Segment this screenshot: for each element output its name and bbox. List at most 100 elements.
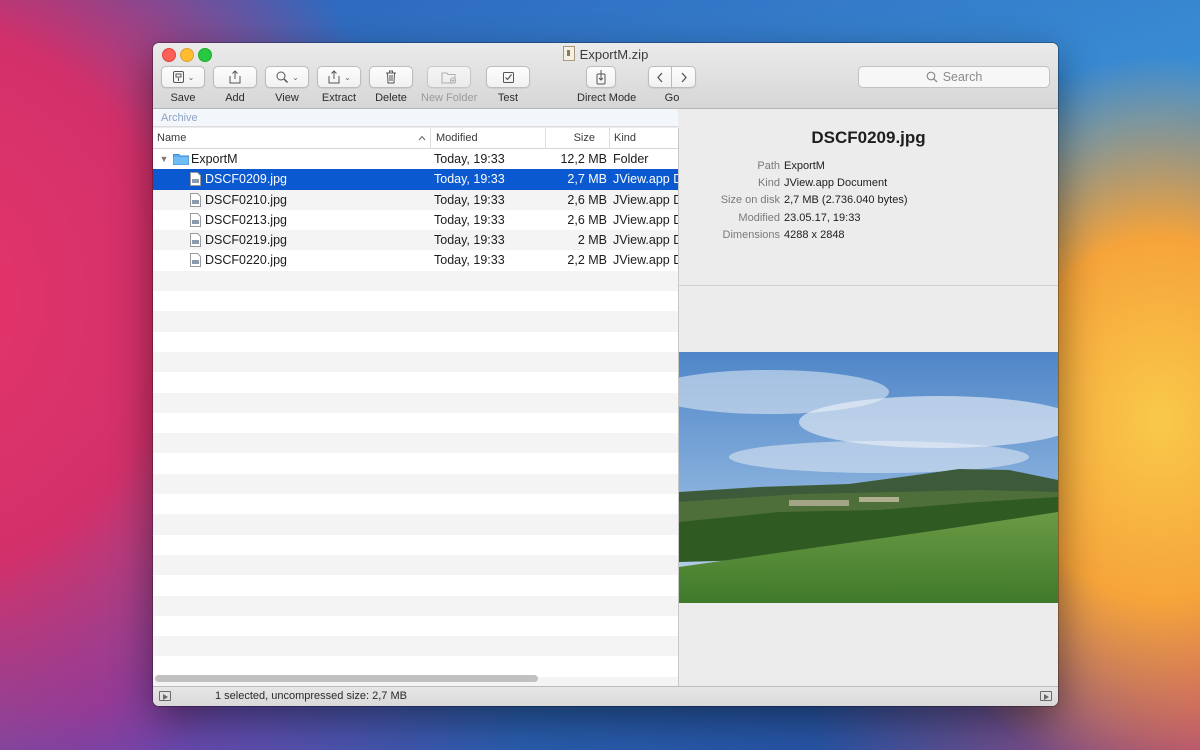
forward-button[interactable] <box>672 66 696 88</box>
delete-tool[interactable]: Delete <box>369 66 413 104</box>
title-toolbar: ExportM.zip ⌄ Save Add ⌄ View ⌄ Extract … <box>153 43 1058 109</box>
new-folder-button[interactable] <box>427 66 471 88</box>
row-size: 2,2 MB <box>567 253 607 268</box>
row-kind: JView.app Document <box>613 172 678 187</box>
search-placeholder: Search <box>942 70 983 84</box>
view-label: View <box>275 92 299 104</box>
save-label: Save <box>170 92 196 104</box>
toggle-sidebar-icon[interactable] <box>159 691 171 701</box>
info-row-path: Path ExportM <box>757 160 825 172</box>
info-panel: DSCF0209.jpg Path ExportM Kind JView.app… <box>679 109 1058 686</box>
empty-row <box>153 535 678 555</box>
row-modified: Today, 19:33 <box>434 192 505 207</box>
row-size: 2,6 MB <box>567 192 607 207</box>
row-kind: JView.app Document <box>613 212 678 227</box>
direct-mode-icon <box>596 69 606 84</box>
info-row-kind: Kind JView.app Document <box>757 177 888 189</box>
test-button[interactable] <box>486 66 530 88</box>
empty-row <box>153 636 678 657</box>
empty-row <box>153 270 678 292</box>
chevron-down-icon: ⌄ <box>292 72 299 82</box>
row-size: 2,7 MB <box>567 172 607 187</box>
empty-row <box>153 392 678 413</box>
save-tool[interactable]: ⌄ Save <box>161 66 205 104</box>
empty-row <box>153 616 678 636</box>
status-text: 1 selected, uncompressed size: 2,7 MB <box>215 690 407 702</box>
direct-mode-label: Direct Mode <box>577 92 637 104</box>
save-button[interactable]: ⌄ <box>161 66 205 88</box>
rows: ▼ ExportM Today, 19:33 12,2 MB Folder DS… <box>153 149 678 686</box>
row-name: DSCF0210.jpg <box>205 192 287 207</box>
row-name: DSCF0209.jpg <box>205 172 287 187</box>
direct-mode-button[interactable] <box>586 66 616 88</box>
view-tool[interactable]: ⌄ View <box>265 66 309 104</box>
jpg-file-icon <box>190 253 201 268</box>
empty-row <box>153 494 678 514</box>
status-bar: 1 selected, uncompressed size: 2,7 MB <box>153 686 1058 706</box>
jpg-file-icon <box>190 233 201 248</box>
table-row[interactable]: DSCF0213.jpg Today, 19:33 2,6 MB JView.a… <box>153 210 678 230</box>
test-label: Test <box>497 92 519 104</box>
row-modified: Today, 19:33 <box>434 152 505 166</box>
empty-row <box>153 575 678 595</box>
add-tool[interactable]: Add <box>213 66 257 104</box>
extract-button[interactable]: ⌄ <box>317 66 361 88</box>
path-bar[interactable]: Archive <box>153 109 678 127</box>
go-nav-group <box>648 66 696 88</box>
info-row-size: Size on disk 2,7 MB (2.736.040 bytes) <box>720 194 908 206</box>
empty-row <box>153 351 678 373</box>
row-name: DSCF0213.jpg <box>205 212 287 227</box>
column-header: Name Modified Size Kind <box>153 128 678 149</box>
empty-row <box>153 291 678 311</box>
new-folder-tool[interactable]: New Folder <box>421 66 477 104</box>
chevron-down-icon: ⌄ <box>344 72 351 82</box>
file-list[interactable]: Name Modified Size Kind ▼ ExportM Today,… <box>153 128 679 686</box>
chevron-right-icon <box>681 72 687 82</box>
row-kind: JView.app Document <box>613 253 678 268</box>
column-kind[interactable]: Kind <box>609 128 678 148</box>
table-row[interactable]: DSCF0219.jpg Today, 19:33 2 MB JView.app… <box>153 230 678 251</box>
row-name: DSCF0219.jpg <box>205 233 287 248</box>
info-row-dimensions: Dimensions 4288 x 2848 <box>722 229 845 241</box>
horizontal-scrollbar[interactable] <box>155 675 538 682</box>
add-label: Add <box>225 92 245 104</box>
test-tool[interactable]: Test <box>486 66 530 104</box>
row-modified: Today, 19:33 <box>434 212 505 227</box>
direct-mode-tool[interactable]: Direct Mode <box>577 66 636 104</box>
go-tool: Go <box>648 66 696 104</box>
extract-tool[interactable]: ⌄ Extract <box>317 66 361 104</box>
back-button[interactable] <box>648 66 672 88</box>
column-modified[interactable]: Modified <box>430 128 545 148</box>
add-button[interactable] <box>213 66 257 88</box>
chevron-left-icon <box>657 72 663 82</box>
table-row[interactable]: DSCF0210.jpg Today, 19:33 2,6 MB JView.a… <box>153 189 678 210</box>
empty-row <box>153 473 678 495</box>
disclosure-triangle-icon[interactable]: ▼ <box>157 149 171 169</box>
path-bar-archive[interactable]: Archive <box>161 112 198 124</box>
row-kind: JView.app Document <box>613 192 678 207</box>
table-row-folder[interactable]: ▼ ExportM Today, 19:33 12,2 MB Folder <box>153 149 678 169</box>
toggle-info-panel-icon[interactable] <box>1040 691 1052 701</box>
sort-ascending-icon <box>418 135 426 141</box>
view-button[interactable]: ⌄ <box>265 66 309 88</box>
column-name[interactable]: Name <box>157 128 430 148</box>
go-label: Go <box>664 92 680 104</box>
empty-row <box>153 433 678 454</box>
row-kind: Folder <box>613 152 649 166</box>
row-size: 12,2 MB <box>560 152 607 166</box>
info-title: DSCF0209.jpg <box>811 128 926 147</box>
new-folder-label: New Folder <box>421 92 478 104</box>
image-preview <box>679 352 1058 603</box>
checkmark-box-icon <box>502 71 514 83</box>
table-row[interactable]: DSCF0220.jpg Today, 19:33 2,2 MB JView.a… <box>153 250 678 270</box>
row-size: 2 MB <box>577 233 607 248</box>
empty-row <box>153 413 678 433</box>
delete-button[interactable] <box>369 66 413 88</box>
empty-row <box>153 554 678 576</box>
row-name: ExportM <box>191 152 238 166</box>
empty-row <box>153 311 678 332</box>
table-row-selected[interactable]: DSCF0209.jpg Today, 19:33 2,7 MB JView.a… <box>153 169 678 190</box>
search-field[interactable]: Search <box>858 66 1050 88</box>
empty-row <box>153 332 678 352</box>
column-size[interactable]: Size <box>545 128 609 148</box>
